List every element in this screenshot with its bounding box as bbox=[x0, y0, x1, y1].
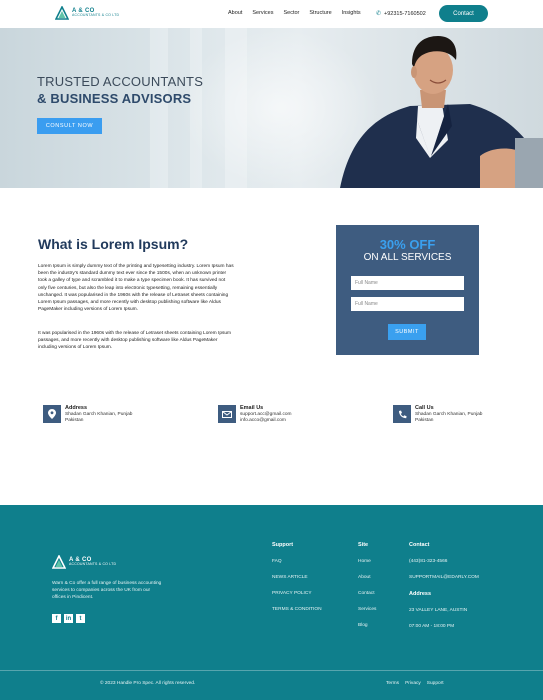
offer-signup-box: 30% OFF ON ALL SERVICES SUBMIT bbox=[336, 225, 479, 355]
footer-logo-tagline: ACCOUNTANTS & CO LTD bbox=[69, 562, 117, 567]
address-info: Address Shadan Garch Khanian, Punjab Pak… bbox=[43, 405, 132, 425]
brand-logo[interactable]: A & CO ACCOUNTANTS & CO LTD bbox=[55, 6, 119, 20]
twitter-icon[interactable]: t bbox=[76, 614, 85, 623]
about-heading: What is Lorem Ipsum? bbox=[38, 236, 189, 252]
hero-title-line1: TRUSTED ACCOUNTANTS bbox=[37, 74, 204, 89]
facebook-icon[interactable]: f bbox=[52, 614, 61, 623]
legal-link-support[interactable]: Support bbox=[427, 681, 444, 686]
logo-tagline: ACCOUNTANTS & CO LTD bbox=[72, 13, 120, 18]
footer-site-heading: Site bbox=[358, 542, 369, 548]
footer-link-services[interactable]: Services bbox=[358, 607, 376, 612]
logo-mark-icon bbox=[55, 6, 69, 20]
footer-contact-column: Contact (443)81-323-4566 SUPPORTMAIL@EDA… bbox=[409, 542, 479, 640]
hero-businessman-image bbox=[340, 36, 543, 188]
footer-link-contact[interactable]: Contact bbox=[358, 591, 376, 596]
full-name-input[interactable] bbox=[351, 276, 464, 290]
footer-contact-hours: 07:00 AM - 18:00 PM bbox=[409, 624, 455, 629]
address-line2: Pakistan bbox=[65, 418, 84, 423]
nav-link-insights[interactable]: Insights bbox=[342, 10, 361, 16]
footer-link-terms[interactable]: TERMS & CONDITION bbox=[272, 607, 322, 612]
footer-site-column: Site Home About Contact Services Blog bbox=[358, 542, 376, 639]
site-footer: A & CO ACCOUNTANTS & CO LTD Warn & Co of… bbox=[0, 505, 543, 700]
second-name-input[interactable] bbox=[351, 297, 464, 311]
email-info: Email Us support.acc@gmail.com info.acco… bbox=[218, 405, 292, 425]
nav-link-services[interactable]: Services bbox=[252, 10, 273, 16]
footer-logo[interactable]: A & CO ACCOUNTANTS & CO LTD bbox=[52, 555, 116, 569]
about-paragraph-2: It was popularised in the 1960s with the… bbox=[38, 331, 232, 351]
nav-phone[interactable]: ✆ +92315-7160502 bbox=[376, 10, 426, 18]
footer-contact-phone[interactable]: (443)81-323-4566 bbox=[409, 559, 479, 564]
footer-link-blog[interactable]: Blog bbox=[358, 623, 376, 628]
footer-address-heading: Address bbox=[409, 591, 432, 597]
submit-button[interactable]: SUBMIT bbox=[388, 324, 426, 340]
social-links: f in t bbox=[52, 614, 88, 623]
location-pin-icon bbox=[43, 405, 61, 423]
offer-percent: 30% OFF bbox=[379, 237, 436, 252]
footer-link-home[interactable]: Home bbox=[358, 559, 376, 564]
footer-support-column: Support FAQ NEWS ARTICLE PRIVACY POLICY … bbox=[272, 542, 322, 623]
footer-support-heading: Support bbox=[272, 542, 294, 548]
footer-link-about[interactable]: About bbox=[358, 575, 376, 580]
footer-contact-email[interactable]: SUPPORTMAIL@EDARLY.COM bbox=[409, 575, 479, 580]
footer-divider bbox=[0, 670, 543, 671]
call-line2: Pakistan bbox=[415, 418, 434, 423]
footer-contact-address: 23 VALLEY LANE, AUSTIN bbox=[409, 608, 468, 613]
email-line2[interactable]: info.acco@gmail.com bbox=[240, 418, 292, 425]
footer-logo-mark-icon bbox=[52, 555, 66, 569]
nav-phone-number: +92315-7160502 bbox=[384, 10, 426, 17]
hero-banner: TRUSTED ACCOUNTANTS & BUSINESS ADVISORS … bbox=[0, 28, 543, 188]
hero-title-line2: & BUSINESS ADVISORS bbox=[37, 91, 192, 106]
top-navbar: A & CO ACCOUNTANTS & CO LTD About Servic… bbox=[0, 0, 543, 28]
footer-description: Warn & Co offer a full range of business… bbox=[52, 581, 162, 600]
instagram-icon[interactable]: in bbox=[64, 614, 73, 623]
nav-link-structure[interactable]: Structure bbox=[309, 10, 331, 16]
phone-icon bbox=[393, 405, 411, 423]
footer-legal-links: Terms Privacy Support bbox=[386, 681, 450, 686]
footer-link-faq[interactable]: FAQ bbox=[272, 559, 322, 564]
footer-link-news[interactable]: NEWS ARTICLE bbox=[272, 575, 322, 580]
nav-link-about[interactable]: About bbox=[228, 10, 242, 16]
nav-link-sector[interactable]: Sector bbox=[283, 10, 299, 16]
call-info: Call Us Shadan Garch Khanian, Punjab Pak… bbox=[393, 405, 482, 425]
about-paragraph-1: Lorem Ipsum is simply dummy text of the … bbox=[38, 264, 234, 313]
contact-button[interactable]: Contact bbox=[439, 5, 488, 22]
phone-icon: ✆ bbox=[376, 11, 382, 17]
nav-links: About Services Sector Structure Insights bbox=[228, 10, 371, 16]
legal-link-terms[interactable]: Terms bbox=[386, 681, 399, 686]
envelope-icon bbox=[218, 405, 236, 423]
offer-subtitle: ON ALL SERVICES bbox=[363, 252, 452, 263]
copyright-text: © 2023 Handle Pro Spec. All rights reser… bbox=[100, 681, 196, 686]
footer-link-privacy[interactable]: PRIVACY POLICY bbox=[272, 591, 322, 596]
footer-contact-heading: Contact bbox=[409, 542, 430, 548]
legal-link-privacy[interactable]: Privacy bbox=[405, 681, 421, 686]
consult-now-button[interactable]: CONSULT NOW bbox=[37, 118, 102, 134]
